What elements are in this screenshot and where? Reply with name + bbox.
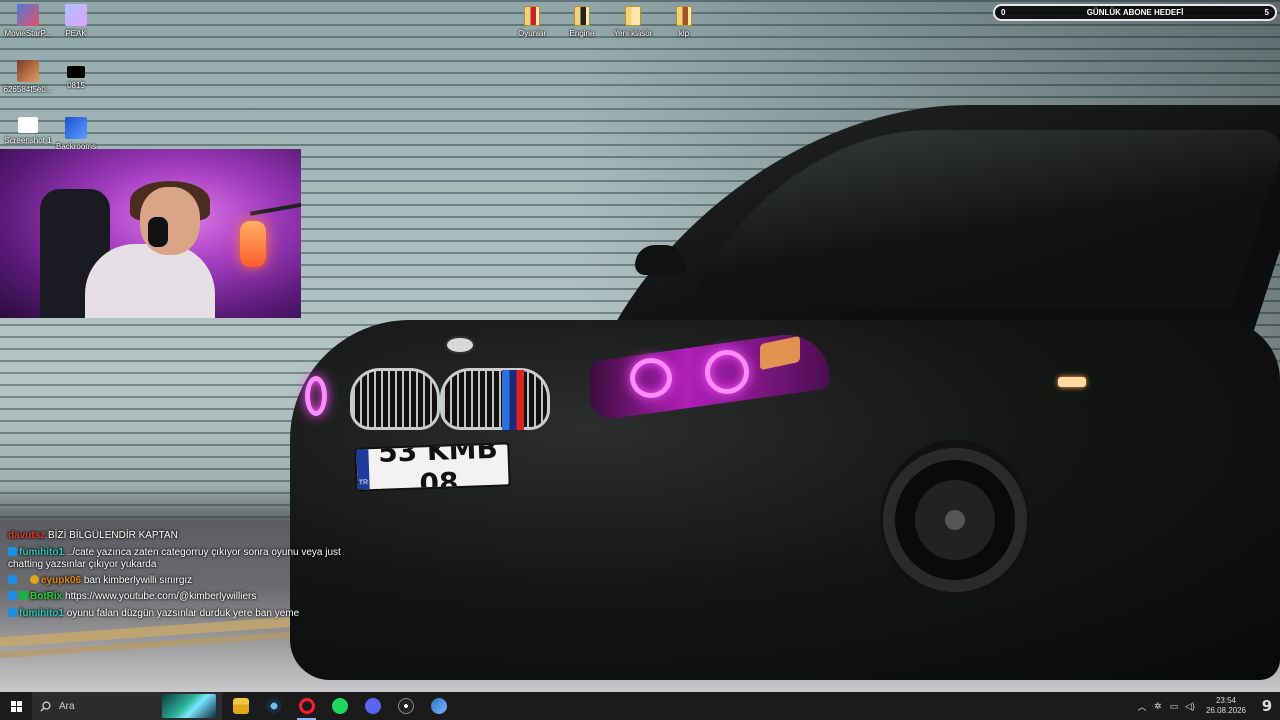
search-icon bbox=[40, 701, 51, 712]
app-icon bbox=[65, 117, 87, 139]
streamer-body bbox=[85, 244, 215, 318]
microphone bbox=[240, 221, 266, 267]
desktop-icon-0815[interactable]: 0815 bbox=[48, 60, 104, 91]
steam-icon bbox=[265, 698, 282, 714]
settings-icon[interactable]: ✲ bbox=[1150, 701, 1166, 712]
car-wheel bbox=[880, 440, 1030, 600]
chat-username: fumihito1 bbox=[19, 608, 64, 619]
chat-username: davutsz bbox=[8, 530, 46, 541]
file-icon bbox=[67, 66, 85, 78]
plate-number: 53 KMB 08 bbox=[377, 442, 499, 492]
taskbar-clock[interactable]: 23:54 26.08.2026 bbox=[1198, 696, 1254, 716]
chat-text: BİZİ BİLGÜLENDİR KAPTAN bbox=[48, 530, 178, 541]
moderator-badge-icon bbox=[19, 591, 28, 600]
obs-icon bbox=[397, 698, 414, 714]
folder-icon bbox=[232, 698, 249, 714]
app-icon bbox=[17, 4, 39, 26]
mic-arm bbox=[250, 202, 301, 216]
desktop-icon-label: Oyunlar bbox=[517, 29, 546, 38]
desktop-icon-label: klp bbox=[678, 29, 690, 38]
taskbar-discord[interactable] bbox=[356, 692, 389, 720]
notification-center[interactable]: 9 bbox=[1254, 697, 1280, 715]
app-icon bbox=[430, 698, 447, 714]
taskbar-app[interactable] bbox=[422, 692, 455, 720]
car-grille bbox=[440, 368, 550, 430]
chat-username: eyupk06 bbox=[41, 575, 82, 586]
image-file-icon bbox=[18, 117, 38, 133]
folder-icon bbox=[574, 6, 590, 26]
folder-icon bbox=[625, 6, 641, 26]
twitch-badge-icon bbox=[8, 575, 17, 584]
sub-badge-icon bbox=[19, 575, 28, 584]
chevron-up-icon[interactable]: ︿ bbox=[1134, 700, 1150, 713]
gold-badge-icon bbox=[30, 575, 39, 584]
desktop-icon-label: Engine bbox=[569, 29, 595, 38]
goal-current: 0 bbox=[1001, 8, 1006, 17]
app-icon bbox=[65, 4, 87, 26]
taskbar-spotify[interactable] bbox=[323, 692, 356, 720]
taskbar-obs[interactable] bbox=[389, 692, 422, 720]
chat-message: BotRix https://www.youtube.com/@kimberly… bbox=[8, 591, 256, 603]
spotify-icon bbox=[331, 698, 348, 714]
car-logo bbox=[445, 336, 475, 354]
desktop-icon-klp[interactable]: klp bbox=[656, 6, 712, 39]
car-side-light bbox=[1058, 377, 1086, 387]
car-image: TR 53 KMB 08 bbox=[280, 100, 1280, 680]
car-window bbox=[690, 130, 1280, 310]
webcam-overlay bbox=[0, 149, 301, 318]
m-stripes bbox=[502, 370, 524, 430]
chat-message: davutsz BİZİ BİLGÜLENDİR KAPTAN bbox=[8, 530, 178, 542]
twitch-badge-icon bbox=[8, 608, 17, 617]
desktop-wallpaper: TR 53 KMB 08 bbox=[0, 0, 1280, 692]
desktop-icon-oyunlar[interactable]: Oyunlar bbox=[504, 6, 560, 39]
subscriber-goal-bar: 0 GÜNLÜK ABONE HEDEFİ 5 bbox=[993, 4, 1277, 21]
taskbar-steam[interactable] bbox=[257, 692, 290, 720]
start-button[interactable] bbox=[0, 692, 32, 720]
angel-eye bbox=[630, 358, 672, 398]
windows-logo-icon bbox=[10, 700, 22, 712]
folder-icon bbox=[676, 6, 692, 26]
network-icon[interactable]: ▭ bbox=[1166, 701, 1182, 712]
twitch-badge-icon bbox=[8, 591, 17, 600]
chat-username: fumihito1 bbox=[19, 547, 64, 558]
desktop-icon-backrooms[interactable]: Backrooms bbox=[48, 117, 104, 152]
folder-icon bbox=[524, 6, 540, 26]
chat-message: eyupk06 ban kimberlywilli sınırgız bbox=[8, 575, 192, 587]
volume-icon[interactable]: ◁) bbox=[1182, 701, 1198, 712]
chat-text: oyunu falan düzgün yazsınlar durduk yere… bbox=[66, 608, 300, 619]
car-mirror bbox=[635, 245, 685, 275]
clock-date: 26.08.2026 bbox=[1205, 706, 1246, 715]
chat-message: fumihito1 oyunu falan düzgün yazsınlar d… bbox=[8, 608, 299, 620]
goal-target: 5 bbox=[1264, 8, 1269, 17]
discord-icon bbox=[364, 698, 381, 714]
clock-time: 23:54 bbox=[1215, 696, 1236, 705]
angel-eye bbox=[305, 376, 327, 416]
car-grille bbox=[350, 368, 440, 430]
taskbar-file-explorer[interactable] bbox=[224, 692, 257, 720]
system-tray: ︿ ✲ ▭ ◁) 23:54 26.08.2026 9 bbox=[1134, 692, 1280, 720]
desktop-icon-label: 0815 bbox=[67, 81, 85, 90]
chat-message: fumihito1 ../cate yazınca zaten categorr… bbox=[8, 547, 358, 571]
chat-text: https://www.youtube.com/@kimberlywillier… bbox=[65, 591, 257, 602]
opera-icon bbox=[298, 698, 315, 714]
twitch-badge-icon bbox=[8, 547, 17, 556]
desktop-icon-label: PEAK bbox=[65, 29, 87, 38]
desktop-icon-label: Yeni klasör bbox=[613, 29, 653, 38]
desktop-icon-engine[interactable]: Engine bbox=[554, 6, 610, 39]
license-plate: TR 53 KMB 08 bbox=[354, 442, 511, 492]
chat-text: ban kimberlywilli sınırgız bbox=[83, 575, 193, 586]
taskbar-opera[interactable] bbox=[290, 692, 323, 720]
angel-eye bbox=[705, 350, 749, 394]
desktop-icon-yeni-klasor[interactable]: Yeni klasör bbox=[605, 6, 661, 39]
chat-username: BotRix bbox=[30, 591, 63, 602]
taskbar: Ara ︿ ✲ ▭ ◁) 23:54 26.08.2026 9 bbox=[0, 692, 1280, 720]
search-highlight-image[interactable] bbox=[162, 694, 216, 718]
image-thumbnail-icon bbox=[17, 60, 39, 82]
headphones bbox=[148, 217, 168, 247]
search-placeholder: Ara bbox=[59, 700, 75, 712]
goal-title: GÜNLÜK ABONE HEDEFİ bbox=[1086, 8, 1184, 17]
desktop-icon-peak[interactable]: PEAK bbox=[48, 4, 104, 39]
